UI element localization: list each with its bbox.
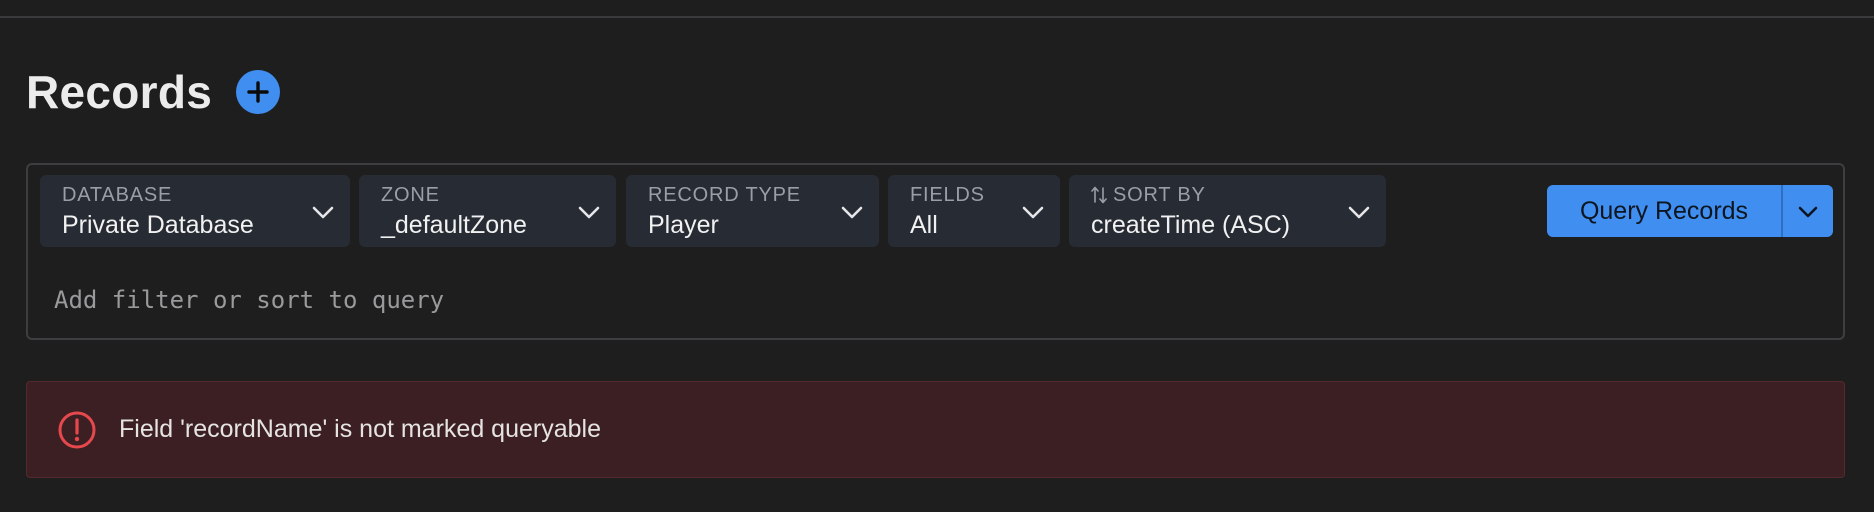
query-panel: DATABASE Private Database ZONE _defaultZ…	[26, 163, 1845, 340]
chevron-down-icon	[1348, 206, 1370, 219]
record-type-selector[interactable]: RECORD TYPE Player	[626, 175, 879, 247]
database-selector[interactable]: DATABASE Private Database	[40, 175, 350, 247]
top-divider	[0, 16, 1874, 18]
database-value: Private Database	[62, 211, 254, 239]
add-record-button[interactable]	[236, 70, 281, 114]
sort-by-selector[interactable]: SORT BY createTime (ASC)	[1069, 175, 1386, 247]
query-records-button-group: Query Records	[1547, 185, 1833, 237]
plus-icon	[247, 81, 269, 103]
error-message: Field 'recordName' is not marked queryab…	[119, 415, 601, 443]
chevron-down-icon	[1022, 206, 1044, 219]
chevron-down-icon	[312, 206, 334, 219]
query-records-button[interactable]: Query Records	[1547, 185, 1781, 237]
chevron-down-icon	[841, 206, 863, 219]
query-options-button[interactable]	[1781, 185, 1833, 237]
error-banner: Field 'recordName' is not marked queryab…	[26, 381, 1845, 478]
sort-by-label: SORT BY	[1113, 183, 1206, 206]
exclamation-circle-icon	[58, 411, 96, 448]
sort-by-value: createTime (ASC)	[1091, 211, 1291, 239]
database-label: DATABASE	[62, 183, 173, 206]
sort-arrows-icon	[1091, 186, 1107, 204]
chevron-down-icon	[1798, 206, 1818, 218]
zone-selector[interactable]: ZONE _defaultZone	[359, 175, 616, 247]
page-header: Records	[26, 62, 281, 122]
fields-selector[interactable]: FIELDS All	[888, 175, 1060, 247]
chevron-down-icon	[578, 206, 600, 219]
page-title: Records	[26, 66, 213, 118]
filter-query-input[interactable]	[54, 280, 1554, 320]
